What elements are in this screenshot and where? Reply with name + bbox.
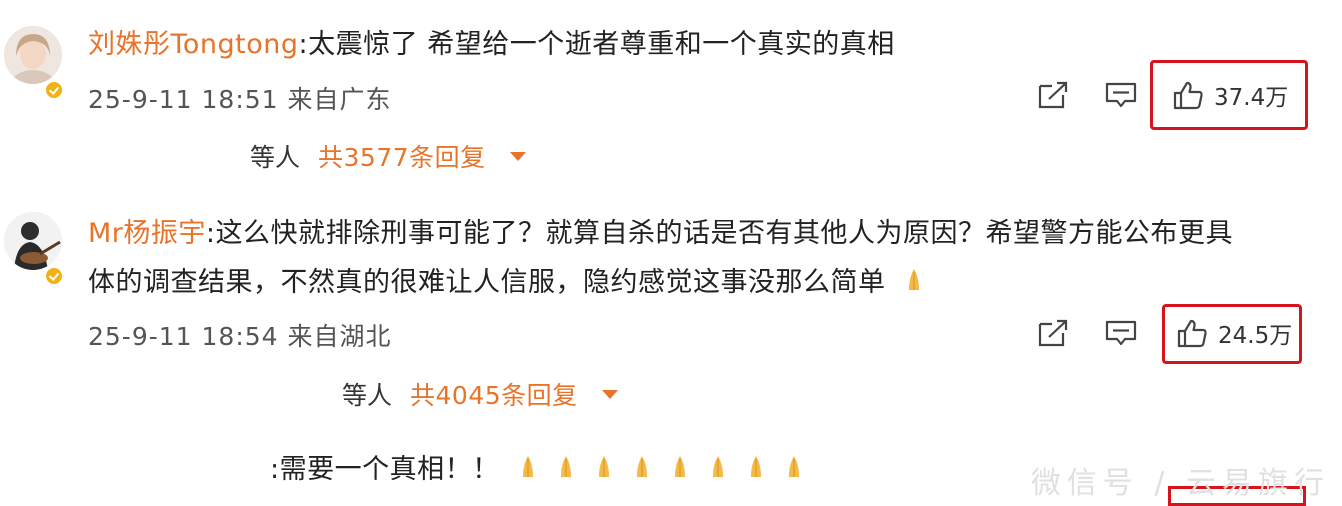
username[interactable]: Mr杨振宇 (88, 218, 206, 249)
comment-body: Mr杨振宇:这么快就排除刑事可能了？就算自杀的话是否有其他人为原因？希望警方能公… (88, 213, 1233, 255)
reply-count: 共3577条回复 (318, 143, 486, 172)
like-count: 24.5万 (1218, 323, 1293, 349)
thumbs-up-icon (1173, 81, 1203, 110)
praying-hands-emoji (674, 456, 685, 477)
praying-hands-emoji (560, 456, 571, 477)
comment-body-continued: 体的调查结果，不然真的很难让人信服，隐约感觉这事没那么简单 (88, 262, 933, 304)
reply-prefix: 等人 (250, 143, 301, 172)
verified-badge-icon (44, 266, 64, 286)
reply-prefix: 等人 (342, 381, 393, 410)
replies-toggle[interactable]: 等人 共3577条回复 (250, 138, 526, 174)
like-button[interactable]: 37.4万 (1172, 78, 1288, 112)
avatar[interactable] (4, 212, 62, 270)
replies-toggle[interactable]: 等人 共4045条回复 (342, 376, 618, 412)
share-icon[interactable] (1036, 318, 1070, 348)
watermark: 微信号 / 云易旗行 (1030, 466, 1330, 501)
like-button[interactable]: 24.5万 (1176, 316, 1292, 350)
praying-hands-emoji (522, 456, 533, 477)
timestamp: 25-9-11 18:51 (88, 85, 279, 114)
thumbs-up-icon (1177, 319, 1207, 348)
praying-hands-emoji (712, 456, 723, 477)
share-icon[interactable] (1036, 80, 1070, 110)
timestamp: 25-9-11 18:54 (88, 322, 279, 351)
comment-icon[interactable] (1104, 80, 1138, 110)
username[interactable]: 刘姝彤Tongtong (88, 29, 299, 60)
avatar[interactable] (4, 26, 62, 84)
location: 来自湖北 (287, 322, 392, 351)
comment-text: :太震惊了 希望给一个逝者尊重和一个真实的真相 (298, 29, 895, 60)
location: 来自广东 (287, 85, 392, 114)
praying-hands-emoji (908, 269, 919, 290)
comment-meta: 25-9-11 18:51 来自广东 (88, 80, 392, 116)
caret-down-icon (601, 389, 618, 399)
comment-meta: 25-9-11 18:54 来自湖北 (88, 317, 392, 353)
verified-badge-icon (44, 80, 64, 100)
comment-text-line-1: :这么快就排除刑事可能了？就算自杀的话是否有其他人为原因？希望警方能公布更具 (205, 218, 1234, 249)
comment-icon[interactable] (1104, 318, 1138, 348)
praying-hands-emoji (788, 456, 799, 477)
caret-down-icon (509, 151, 526, 161)
praying-hands-emoji (598, 456, 609, 477)
partial-comment-text: :需要一个真相！！ (270, 454, 500, 485)
comment-text-line-2: 体的调查结果，不然真的很难让人信服，隐约感觉这事没那么简单 (88, 267, 886, 298)
comment-body: 刘姝彤Tongtong:太震惊了 希望给一个逝者尊重和一个真实的真相 (88, 24, 895, 66)
like-count: 37.4万 (1214, 85, 1289, 111)
praying-hands-emoji (636, 456, 647, 477)
praying-hands-emoji (750, 456, 761, 477)
partial-comment: :需要一个真相！！ (270, 449, 813, 491)
reply-count: 共4045条回复 (410, 381, 578, 410)
